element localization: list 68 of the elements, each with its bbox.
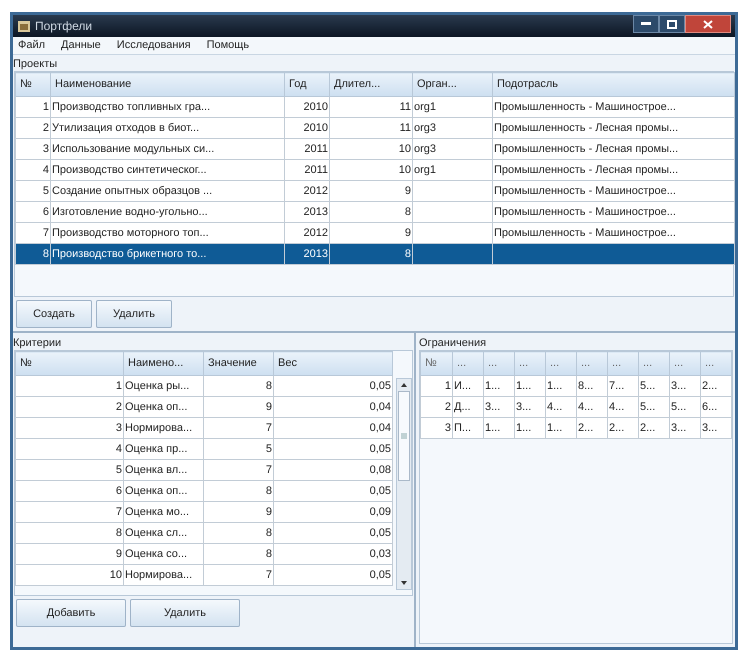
table-row[interactable]: 5 Создание опытных образцов ... 2012 9 Промышленность - Машиностроe...: [16, 180, 734, 202]
section-label: Проекты: [13, 57, 58, 71]
column-header[interactable]: Подотрасль: [492, 72, 734, 96]
maximize-button[interactable]: [659, 15, 685, 33]
button[interactable]: Удалить: [96, 300, 172, 328]
table-cell: 3: [420, 418, 452, 438]
menu-item[interactable]: Данные: [59, 37, 103, 54]
column-header[interactable]: ...: [576, 352, 608, 376]
column-header[interactable]: ...: [484, 352, 514, 376]
column-header[interactable]: Значение: [204, 352, 274, 376]
button[interactable]: Добавить: [16, 599, 126, 627]
scroll-thumb[interactable]: [398, 391, 410, 481]
close-icon: [703, 20, 713, 28]
table-cell: 2...: [608, 418, 638, 438]
app-icon: [17, 19, 31, 33]
column-header[interactable]: ...: [452, 352, 484, 376]
table-row[interactable]: 7 Производство моторного топ... 2012 9 Промышленность - Машиностроe...: [16, 222, 734, 244]
column-header[interactable]: ...: [638, 352, 670, 376]
table-cell: 0,05: [274, 564, 392, 586]
minimize-button[interactable]: [633, 15, 659, 33]
maximize-icon: [667, 20, 677, 28]
table-cell: 1...: [484, 418, 514, 438]
table-cell: 10: [16, 564, 124, 586]
column-header[interactable]: №: [420, 352, 452, 376]
column-header[interactable]: ...: [546, 352, 576, 376]
column-header[interactable]: Длител...: [330, 72, 412, 96]
column-header[interactable]: ...: [514, 352, 546, 376]
column-header[interactable]: Вес: [274, 352, 392, 376]
table-cell: 1...: [514, 418, 546, 438]
table-cell: 8: [330, 244, 412, 264]
column-header[interactable]: Год: [284, 72, 330, 96]
window-title: Портфели: [35, 18, 92, 35]
table-cell: 2013: [284, 244, 330, 264]
column-header[interactable]: ...: [700, 352, 732, 376]
column-header[interactable]: Наимено...: [124, 352, 204, 376]
section-label: Ограничения: [419, 336, 488, 350]
table-cell: 1...: [546, 418, 576, 438]
table-row[interactable]: 4 Производство синтетическог... 2011 10 org1 Промышленность - Лесная промы...: [16, 160, 734, 180]
section-label: Критерии: [13, 336, 62, 350]
close-button[interactable]: [685, 15, 731, 33]
table-row[interactable]: 6 Изготовление водно-угольно... 2013 8 Промышленность - Машиностроe...: [16, 202, 734, 222]
column-header[interactable]: ...: [670, 352, 700, 376]
table-cell: 7: [204, 564, 274, 586]
menu-item[interactable]: Файл: [16, 37, 48, 54]
table-row[interactable]: 1 Производство топливных гра... 2010 11 org1 Промышленность - Машиностроe...: [16, 96, 734, 118]
column-header[interactable]: №: [16, 72, 50, 96]
column-header[interactable]: Орган...: [412, 72, 492, 96]
menu-item[interactable]: Помощь: [204, 37, 252, 54]
table-cell: 3...: [670, 418, 700, 438]
scrollbar[interactable]: [396, 378, 412, 590]
table-cell: 2...: [576, 418, 608, 438]
selected-row[interactable]: 8 Производство брикетного то... 2013 8: [16, 244, 734, 264]
minimize-icon: [641, 22, 651, 26]
menu-item[interactable]: Исследования: [114, 37, 193, 54]
button[interactable]: Удалить: [130, 599, 240, 627]
table-row[interactable]: 2 Утилизация отходов в биот... 2010 11 org3 Промышленность - Лесная промы...: [16, 118, 734, 138]
column-header[interactable]: №: [16, 352, 124, 376]
table-cell: Нормирова...: [124, 564, 204, 586]
table-cell: 8: [16, 244, 50, 264]
table-cell: П...: [452, 418, 484, 438]
table-cell: 3...: [700, 418, 732, 438]
column-header[interactable]: Наименование: [50, 72, 284, 96]
table-row[interactable]: 3 Использование модульных си... 2011 10 org3 Промышленность - Лесная промы...: [16, 138, 734, 160]
table-cell: Производство брикетного то...: [50, 244, 284, 264]
column-header[interactable]: ...: [608, 352, 638, 376]
grip-icon: [401, 433, 407, 439]
button[interactable]: Создать: [16, 300, 92, 328]
table-cell: 2...: [638, 418, 670, 438]
